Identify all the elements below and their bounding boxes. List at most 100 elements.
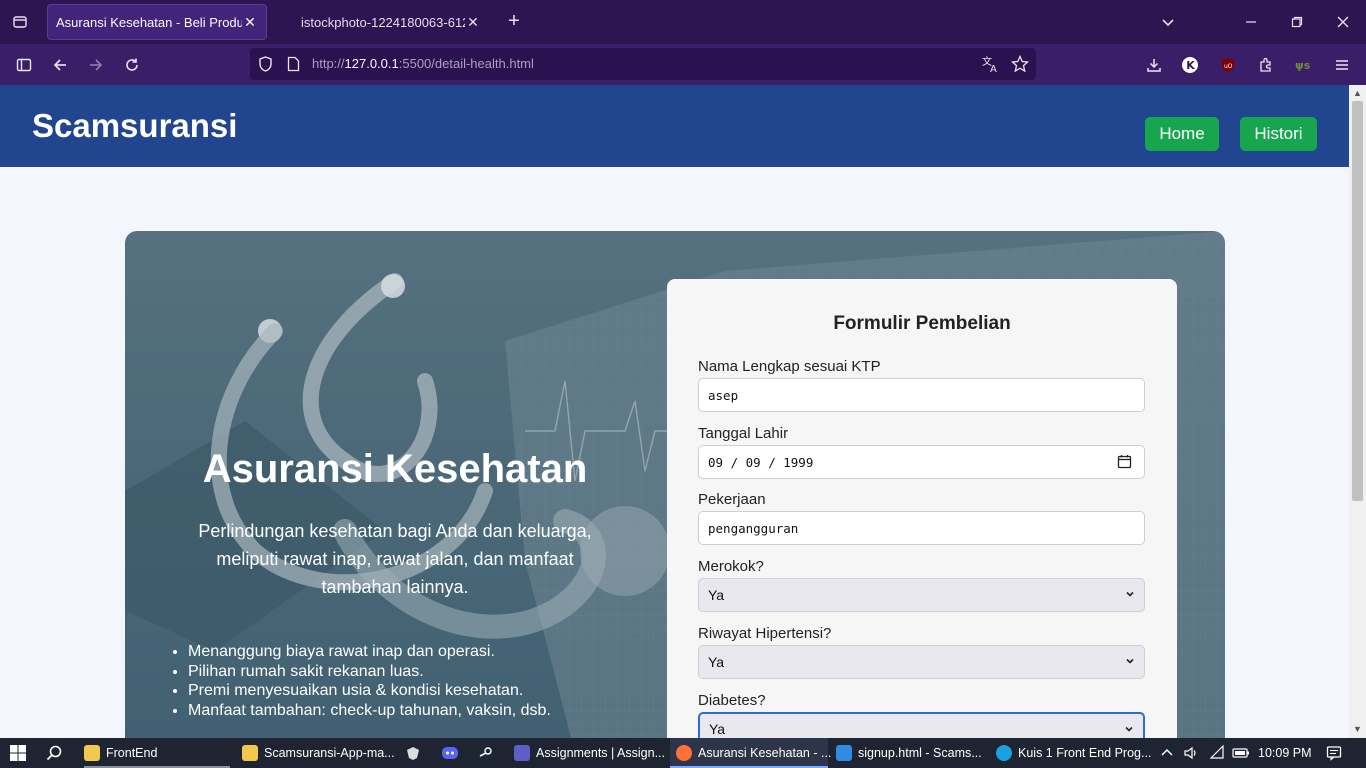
url-path: :5500/detail-health.html xyxy=(398,56,534,71)
taskbar-item-label: Assignments | Assign... xyxy=(536,746,665,760)
tab-list-icon[interactable] xyxy=(8,10,32,34)
calendar-icon[interactable] xyxy=(1117,454,1132,469)
histori-button[interactable]: Histori xyxy=(1240,117,1317,151)
chevron-down-icon xyxy=(1126,591,1134,597)
hero-description: Perlindungan kesehatan bagi Anda dan kel… xyxy=(198,521,592,597)
tab-title: Asuransi Kesehatan - Beli Produk xyxy=(56,14,242,30)
taskbar-item-file-explorer[interactable]: Scamsuransi-App-ma... xyxy=(242,738,395,768)
full-name-label: Nama Lengkap sesuai KTP xyxy=(698,358,881,375)
minimize-icon[interactable] xyxy=(1241,12,1261,32)
taskbar-item-label: Kuis 1 Front End Prog... xyxy=(1018,746,1152,760)
windows-start-icon[interactable] xyxy=(10,738,26,768)
occupation-label: Pekerjaan xyxy=(698,491,766,508)
browser-tab-bar: Asuransi Kesehatan - Beli Produk ✕ istoc… xyxy=(0,0,1366,44)
close-tab-icon[interactable]: ✕ xyxy=(242,14,258,31)
back-icon[interactable] xyxy=(48,53,72,77)
battery-icon[interactable] xyxy=(1232,738,1250,768)
volume-icon[interactable] xyxy=(1183,738,1199,768)
chevron-up-icon[interactable] xyxy=(1160,738,1174,768)
hero-title: Asuransi Kesehatan xyxy=(202,447,588,491)
url-prefix: http:// xyxy=(312,56,345,71)
browser-nav-bar: http://127.0.0.1:5500/detail-health.html… xyxy=(0,44,1366,85)
notification-icon[interactable] xyxy=(1326,738,1342,768)
ublock-icon[interactable]: uO xyxy=(1216,53,1240,77)
bookmark-star-icon[interactable] xyxy=(1010,54,1030,78)
teams-icon xyxy=(514,745,530,761)
smoking-select-value: Ya xyxy=(708,587,725,603)
hypertension-select-value: Ya xyxy=(708,654,725,670)
taskbar-item-frontend[interactable]: FrontEnd xyxy=(84,738,230,768)
app-icon-fox[interactable] xyxy=(404,738,422,768)
folder-icon xyxy=(84,745,100,761)
dev-extension-icon[interactable]: ψs xyxy=(1292,53,1316,77)
folder-icon xyxy=(242,745,258,761)
smoking-select[interactable]: Ya xyxy=(698,578,1145,612)
taskbar-item-firefox[interactable]: Asuransi Kesehatan - ... xyxy=(670,738,832,768)
occupation-input[interactable]: pengangguran xyxy=(698,511,1145,545)
diabetes-select-value: Ya xyxy=(709,721,726,737)
taskbar-item-edge[interactable]: Kuis 1 Front End Prog... xyxy=(996,738,1151,768)
svg-text:A: A xyxy=(990,64,997,73)
scrollbar-thumb[interactable] xyxy=(1352,101,1363,501)
extensions-icon[interactable] xyxy=(1254,53,1278,77)
taskbar-item-label: signup.html - Scams... xyxy=(858,746,982,760)
site-header: Scamsuransi Home Histori xyxy=(0,85,1349,167)
download-icon[interactable] xyxy=(1142,53,1166,77)
forward-icon[interactable] xyxy=(84,53,108,77)
diabetes-select[interactable]: Ya xyxy=(698,712,1145,738)
svg-text:uO: uO xyxy=(1224,63,1233,70)
clock[interactable]: 10:09 PM xyxy=(1258,738,1312,768)
vscode-icon xyxy=(836,745,852,761)
taskbar-item-label: Asuransi Kesehatan - ... xyxy=(698,746,832,760)
wifi-icon[interactable] xyxy=(1209,738,1225,768)
taskbar-item-teams[interactable]: Assignments | Assign... xyxy=(514,738,665,768)
url-text: http://127.0.0.1:5500/detail-health.html xyxy=(312,56,534,71)
full-name-input[interactable]: asep xyxy=(698,378,1145,412)
browser-tab-inactive[interactable]: istockphoto-1224180063-612x6 ✕ xyxy=(293,4,489,40)
brand-logo[interactable]: Scamsuransi xyxy=(32,107,237,145)
scroll-up-icon[interactable]: ▲ xyxy=(1352,88,1363,99)
url-bar[interactable]: http://127.0.0.1:5500/detail-health.html… xyxy=(250,48,1036,80)
steam-icon[interactable] xyxy=(477,738,495,768)
diabetes-label: Diabetes? xyxy=(698,692,766,709)
chevron-down-icon xyxy=(1125,726,1133,732)
hero-section: Asuransi Kesehatan Perlindungan kesehata… xyxy=(125,231,1225,738)
birth-date-input[interactable]: 09 / 09 / 1999 xyxy=(698,445,1145,479)
form-title: Formulir Pembelian xyxy=(833,313,1011,334)
firefox-icon xyxy=(676,745,692,761)
list-item: Premi menyesuaikan usia & kondisi keseha… xyxy=(188,681,608,701)
close-tab-icon[interactable]: ✕ xyxy=(465,14,481,31)
page-icon[interactable] xyxy=(287,56,300,77)
shield-icon[interactable] xyxy=(258,56,273,77)
taskbar-item-vscode[interactable]: signup.html - Scams... xyxy=(836,738,984,768)
smoking-label: Merokok? xyxy=(698,558,764,575)
new-tab-icon[interactable]: + xyxy=(503,11,525,33)
purchase-form: Formulir Pembelian Nama Lengkap sesuai K… xyxy=(667,279,1177,738)
taskbar-item-label: Scamsuransi-App-ma... xyxy=(264,746,395,760)
sidebar-icon[interactable] xyxy=(12,53,36,77)
taskbar-item-label: FrontEnd xyxy=(106,746,158,760)
birth-date-label: Tanggal Lahir xyxy=(698,425,789,442)
discord-icon[interactable] xyxy=(441,738,459,768)
chevron-down-icon xyxy=(1126,658,1134,664)
scroll-down-icon[interactable]: ▼ xyxy=(1352,724,1363,735)
page-viewport: Scamsuransi Home Histori Asuransi Keseha… xyxy=(0,85,1349,738)
home-button[interactable]: Home xyxy=(1145,117,1219,151)
reload-icon[interactable] xyxy=(120,53,144,77)
benefits-list: Menanggung biaya rawat inap dan operasi.… xyxy=(188,642,608,720)
hypertension-label: Riwayat Hipertensi? xyxy=(698,625,832,642)
hypertension-select[interactable]: Ya xyxy=(698,645,1145,679)
url-host: 127.0.0.1 xyxy=(344,56,399,71)
page-scrollbar[interactable]: ▲ ▼ xyxy=(1349,85,1366,738)
browser-tab-active[interactable]: Asuransi Kesehatan - Beli Produk ✕ xyxy=(47,4,267,40)
close-window-icon[interactable] xyxy=(1333,12,1353,32)
list-item: Menanggung biaya rawat inap dan operasi. xyxy=(188,642,608,662)
chevron-down-icon[interactable] xyxy=(1158,12,1178,32)
translate-icon[interactable]: 文A xyxy=(982,55,1000,78)
account-icon[interactable]: K xyxy=(1178,53,1202,77)
edge-icon xyxy=(996,745,1012,761)
restore-icon[interactable] xyxy=(1287,12,1307,32)
menu-icon[interactable] xyxy=(1330,53,1354,77)
tab-title: istockphoto-1224180063-612x6 xyxy=(301,14,465,30)
search-icon[interactable] xyxy=(46,738,62,768)
